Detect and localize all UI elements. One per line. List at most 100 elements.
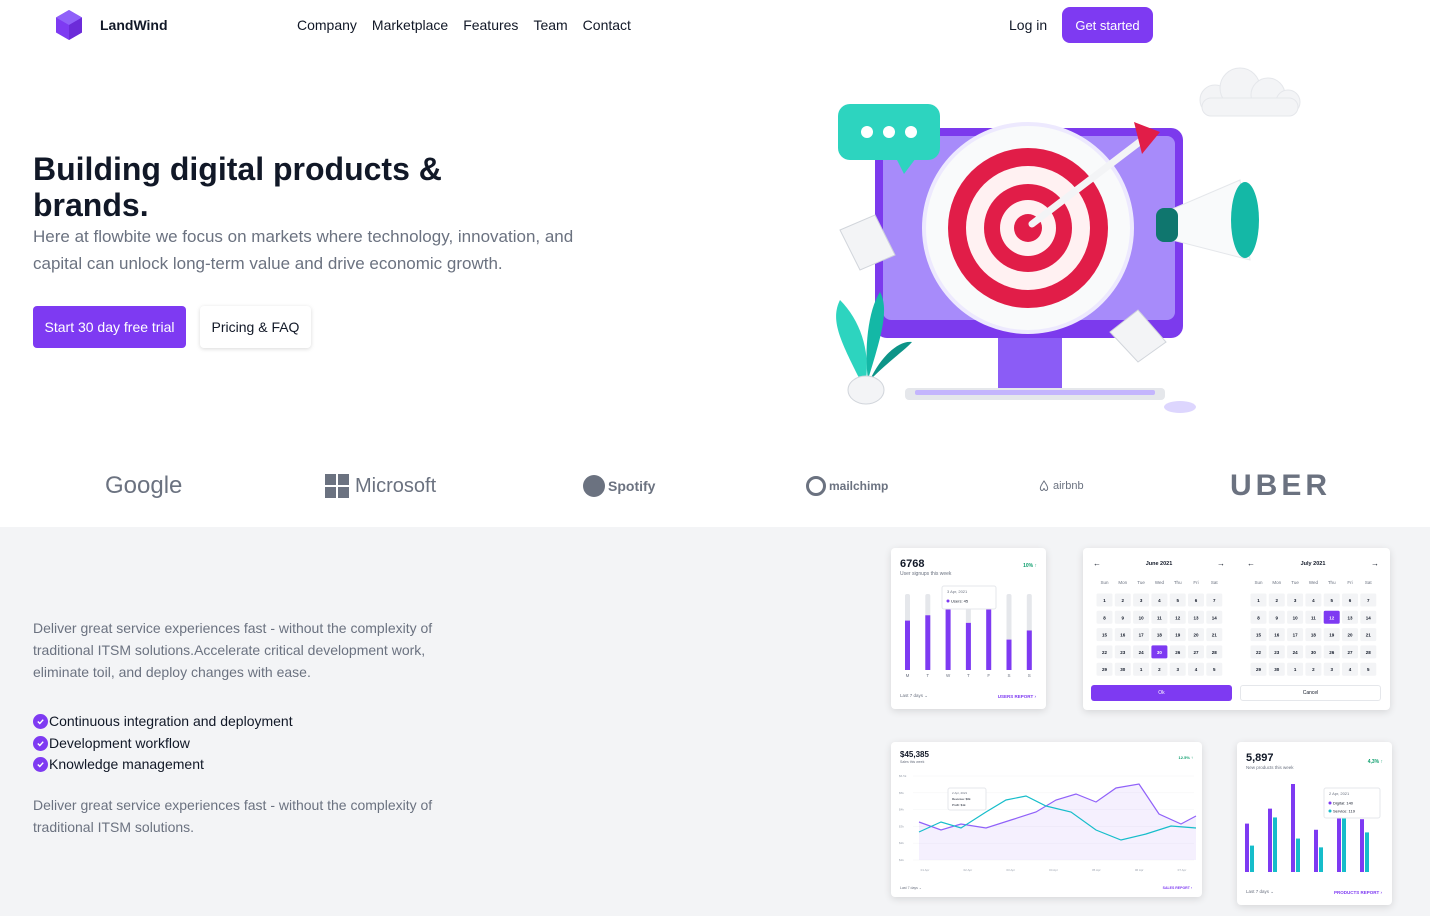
- date-range-calendar: June 2021 ← → Sun Mon Tue Wed Thu Fri Sat 1 2 3 4 5 6 7 8…: [1083, 548, 1390, 710]
- calendar-day: 14: [1366, 615, 1372, 620]
- nav-link-team[interactable]: Team: [533, 17, 567, 33]
- users-report-link[interactable]: USERS REPORT ›: [998, 694, 1036, 699]
- calendar-day: 10: [1293, 615, 1299, 620]
- calendar-day: 18: [1157, 633, 1163, 638]
- brand-name[interactable]: LandWind: [100, 17, 168, 33]
- tooltip-value: Revenue: $6k: [952, 797, 971, 801]
- calendar-day: 14: [1212, 615, 1218, 620]
- checklist-item: Continuous integration and deployment: [33, 711, 293, 733]
- login-link[interactable]: Log in: [1009, 17, 1047, 33]
- calendar-day: 27: [1193, 650, 1199, 655]
- check-circle-icon: [33, 714, 48, 730]
- hero-title: Building digital products & brands.: [33, 151, 442, 223]
- bar: [1319, 847, 1323, 872]
- tooltip-value: Service: 119: [1333, 809, 1356, 814]
- calendar-day: 29: [1256, 667, 1262, 672]
- pricing-faq-button[interactable]: Pricing & FAQ: [200, 306, 311, 348]
- weekday-label: Sat: [1365, 580, 1373, 585]
- sales-line-chart: $6.5k $5k $4k $3k $2k $1k 01 Apr 02 Apr 03 Apr 04…: [899, 774, 1197, 872]
- bar: [1273, 817, 1277, 872]
- free-trial-button[interactable]: Start 30 day free trial: [33, 306, 186, 348]
- signups-card: 6768 User signups this week 10% ↑ MTWTFS…: [891, 548, 1046, 709]
- nav-link-features[interactable]: Features: [463, 17, 518, 33]
- bar: [945, 605, 951, 670]
- spotify-icon: [583, 475, 605, 497]
- bar: [1026, 630, 1032, 670]
- feature-checklist: Continuous integration and deployment De…: [33, 711, 293, 776]
- calendar-day: 17: [1139, 633, 1145, 638]
- mailchimp-logo-text: mailchimp: [829, 479, 889, 493]
- sales-report-link[interactable]: SALES REPORT ›: [1163, 886, 1192, 890]
- google-logo: Google: [105, 472, 183, 499]
- weekday-label: Wed: [1155, 580, 1165, 585]
- brand-logo-icon[interactable]: [54, 9, 84, 41]
- calendar-day: 20: [1347, 633, 1353, 638]
- mailchimp-icon: [806, 476, 826, 496]
- calendar-day: 22: [1102, 650, 1108, 655]
- calendar-day: 23: [1274, 650, 1280, 655]
- checklist-item: Knowledge management: [33, 754, 293, 776]
- spotify-logo-text: Spotify: [608, 478, 656, 494]
- bar: [905, 620, 910, 670]
- bar: [1365, 832, 1369, 872]
- weekday-label: Mon: [1118, 580, 1127, 585]
- microsoft-logo-text: Microsoft: [355, 474, 437, 497]
- calendar-day: 28: [1212, 650, 1218, 655]
- calendar-cancel-button[interactable]: Cancel: [1240, 685, 1381, 701]
- sales-period-select[interactable]: Last 7 days ⌄: [900, 886, 922, 890]
- calendar-day: 16: [1120, 633, 1126, 638]
- products-report-link[interactable]: PRODUCTS REPORT ›: [1334, 890, 1382, 895]
- weekday-label: Sun: [1100, 580, 1109, 585]
- calendar-day: 30: [1120, 667, 1126, 672]
- prev-month-arrow-icon: ←: [1093, 559, 1101, 568]
- day-label: W: [946, 673, 951, 678]
- day-label: S: [1028, 673, 1031, 678]
- products-card: 5,897 New products this week 4,3% ↑ 2 Ap…: [1237, 742, 1392, 905]
- x-tick-label: 07 Apr: [1178, 868, 1187, 872]
- hero-illustration: [836, 67, 1301, 413]
- x-tick-label: 05 Apr: [1092, 868, 1101, 872]
- calendar-day: 15: [1102, 633, 1108, 638]
- nav-link-company[interactable]: Company: [297, 17, 357, 33]
- get-started-button[interactable]: Get started: [1062, 7, 1153, 43]
- calendar-day: 10: [1139, 615, 1145, 620]
- calendar-day: 17: [1293, 633, 1299, 638]
- calendar-day: 11: [1157, 615, 1162, 620]
- calendar-day: 28: [1366, 650, 1372, 655]
- x-tick-label: 06 Apr: [1135, 868, 1144, 872]
- check-circle-icon: [33, 735, 48, 751]
- checklist-label: Continuous integration and deployment: [49, 713, 293, 729]
- calendar-day: 18: [1311, 633, 1317, 638]
- tooltip-value: Users: 45: [951, 599, 969, 604]
- y-tick-label: $2k: [899, 841, 904, 845]
- calendar-day: 11: [1311, 615, 1316, 620]
- mailchimp-logo: mailchimp: [806, 462, 888, 510]
- calendar-day: 26: [1175, 650, 1181, 655]
- calendar-ok-button[interactable]: Ok: [1091, 685, 1232, 701]
- products-period-select[interactable]: Last 7 days ⌄: [1246, 889, 1274, 895]
- weekday-label: Mon: [1272, 580, 1281, 585]
- feature-description-secondary: Deliver great service experiences fast -…: [33, 797, 433, 835]
- legend-dot: [1328, 809, 1332, 813]
- microsoft-logo: Microsoft: [325, 462, 436, 510]
- tooltip-value: Profit: $1k: [952, 803, 966, 807]
- day-label: S: [1007, 673, 1010, 678]
- signups-period-select[interactable]: Last 7 days ⌄: [900, 693, 928, 699]
- nav-link-contact[interactable]: Contact: [583, 17, 631, 33]
- calendar-day: 13: [1193, 615, 1199, 620]
- bar: [1245, 823, 1249, 872]
- bar: [1296, 838, 1300, 872]
- day-label: T: [926, 673, 929, 678]
- calendar-day: 12: [1175, 615, 1181, 620]
- weekday-label: Sun: [1254, 580, 1263, 585]
- bar: [1314, 829, 1318, 872]
- calendar-day: 16: [1274, 633, 1280, 638]
- calendar-day: 21: [1366, 633, 1372, 638]
- bar: [1342, 815, 1346, 872]
- legend-dot: [946, 599, 950, 603]
- uber-logo: UBER: [1230, 469, 1332, 502]
- x-tick-label: 01 Apr: [921, 868, 930, 872]
- nav-link-marketplace[interactable]: Marketplace: [372, 17, 448, 33]
- checklist-item: Development workflow: [33, 733, 293, 755]
- bar: [1006, 639, 1012, 670]
